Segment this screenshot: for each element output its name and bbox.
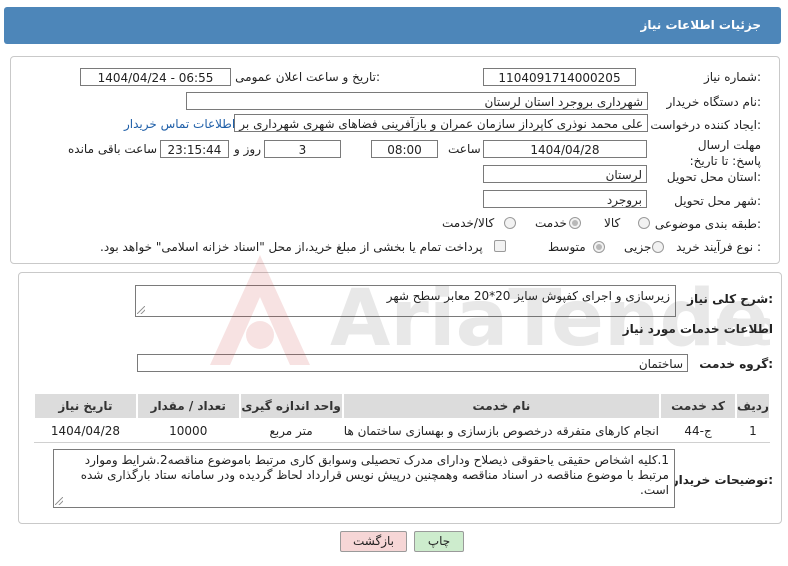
col-service-name: نام خدمت [341,392,662,420]
purchase-minor-label: جزیی [624,240,652,254]
buyer-contact-link[interactable]: اطلاعات تماس خریدار [124,117,235,131]
cell-row-number: 1 [735,418,770,443]
page-header: جزئیات اطلاعات نیاز [4,7,781,44]
requester-field[interactable]: علی محمد نوذری کاپرداز سازمان عمران و با… [234,114,648,132]
need-info-panel [10,56,780,264]
service-group-field[interactable]: ساختمان [137,354,688,372]
col-service-code: کد خدمت [659,392,737,420]
cell-unit: متر مربع [239,418,343,443]
col-need-date: تاریخ نیاز [33,392,138,420]
city-field[interactable]: بروجرد [483,190,647,208]
requester-label: ایجاد کننده درخواست: [650,118,761,132]
treasury-payment-note: پرداخت تمام یا بخشی از مبلغ خرید،از محل … [100,240,483,254]
summary-label: شرح کلی نیاز: [687,292,773,306]
buyer-org-label: نام دستگاه خریدار: [666,95,762,109]
category-goods-radio[interactable] [638,217,650,229]
category-goods-label: کالا [604,216,621,230]
services-table: ردیف کد خدمت نام خدمت واحد اندازه گیری ت… [33,392,772,443]
category-label: طبقه بندی موضوعی: [654,217,761,231]
deadline-label: مهلت ارسال پاسخ: تا تاریخ: [689,138,761,168]
announce-datetime-label: تاریخ و ساعت اعلان عمومی: [235,70,380,84]
purchase-medium-radio[interactable] [593,241,605,253]
service-group-label: گروه خدمت: [699,357,773,371]
deadline-days-field[interactable]: 3 [264,140,341,158]
deadline-date-field[interactable]: 1404/04/28 [483,140,647,158]
buyer-notes-textarea[interactable]: 1.کلیه اشخاص حقیقی یاحقوقی ذیصلاح ودارای… [53,449,675,508]
cell-service-name: انجام کارهای متفرقه درخصوص بازسازی و بهس… [342,418,661,443]
summary-resize-handle[interactable] [137,306,145,314]
remaining-time-field[interactable]: 23:15:44 [160,140,229,158]
print-button[interactable]: چاپ [414,531,464,552]
buyer-notes-label: توضیحات خریدار: [671,473,773,487]
city-label: شهر محل تحویل: [674,194,761,208]
cell-quantity: 10000 [136,418,240,443]
summary-textarea[interactable]: زیرسازی و اجرای کفپوش سایز 20*20 معابر س… [135,285,676,317]
table-row[interactable]: 1 ج-44 انجام کارهای متفرقه درخصوص بازساز… [34,418,770,443]
deadline-time-field[interactable]: 08:00 [371,140,438,158]
announce-datetime-field[interactable]: 1404/04/24 - 06:55 [80,68,231,86]
services-table-header: ردیف کد خدمت نام خدمت واحد اندازه گیری ت… [33,392,772,420]
purchase-minor-radio[interactable] [652,241,664,253]
need-number-label: شماره نیاز: [703,70,761,84]
category-goods-service-radio[interactable] [504,217,516,229]
treasury-payment-checkbox[interactable] [494,240,506,252]
province-label: استان محل تحویل: [666,170,761,184]
col-quantity: تعداد / مقدار [135,392,241,420]
remaining-time-label: ساعت باقی مانده [68,142,158,156]
col-row-number: ردیف [734,392,772,420]
buyer-notes-resize-handle[interactable] [55,497,63,505]
category-service-radio[interactable] [569,217,581,229]
purchase-type-label: نوع فرآیند خرید : [676,240,761,254]
deadline-days-label: روز و [234,142,261,156]
deadline-time-label: ساعت [448,142,481,156]
back-button[interactable]: بازگشت [340,531,407,552]
category-goods-service-label: کالا/خدمت [442,216,495,230]
page-title: جزئیات اطلاعات نیاز [640,18,761,32]
purchase-medium-label: متوسط [548,240,586,254]
cell-need-date: 1404/04/28 [34,418,137,443]
need-number-field[interactable]: 1104091714000205 [483,68,636,86]
col-unit: واحد اندازه گیری [238,392,344,420]
category-service-label: خدمت [535,216,567,230]
province-field[interactable]: لرستان [483,165,647,183]
services-section-title: اطلاعات خدمات مورد نیاز [622,322,773,336]
buyer-org-field[interactable]: شهرداری بروجرد استان لرستان [186,92,648,110]
cell-service-code: ج-44 [660,418,736,443]
